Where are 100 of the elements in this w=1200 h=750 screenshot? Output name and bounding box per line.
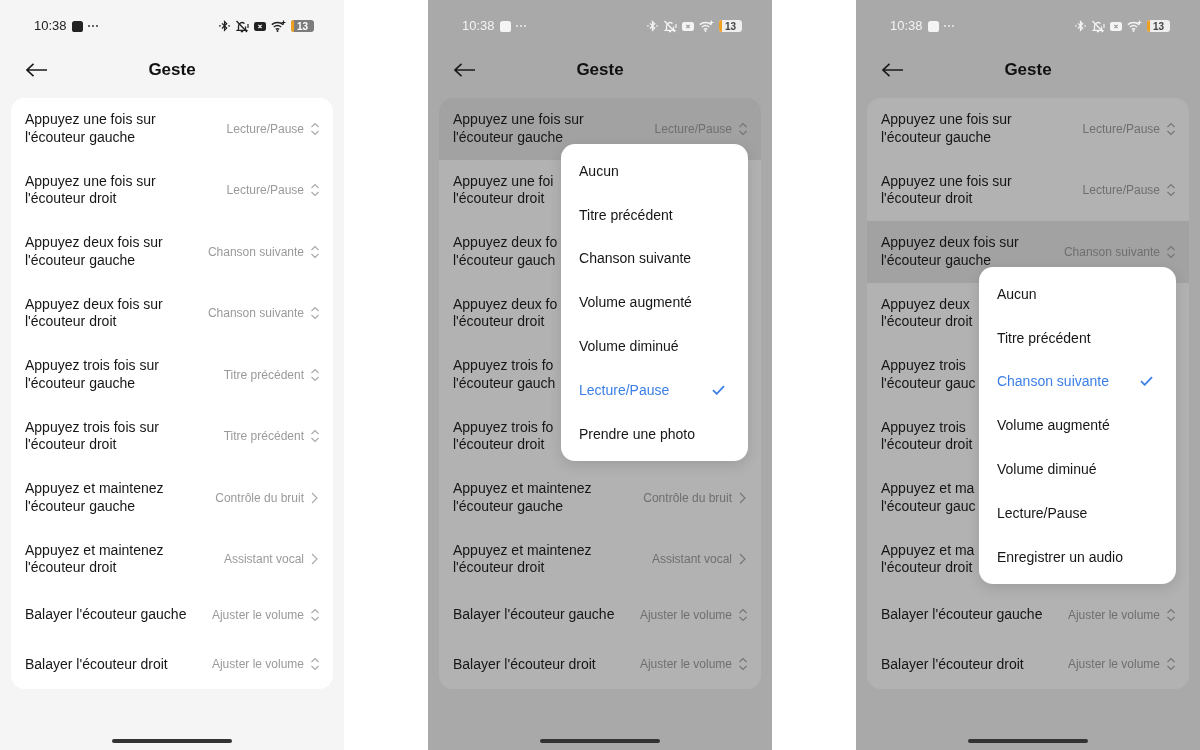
menu-option[interactable]: Volume augmenté xyxy=(978,403,1176,448)
battery-percentage: 13 xyxy=(1152,20,1165,32)
chevron-right-icon xyxy=(311,553,318,566)
updown-chevron-icon xyxy=(310,367,320,382)
setting-label: Appuyez et ma l'écouteur droit xyxy=(881,541,975,577)
updown-chevron-icon xyxy=(1166,244,1176,259)
page-title: Geste xyxy=(148,60,196,80)
value-link[interactable]: Assistant vocal xyxy=(651,552,748,567)
value-select[interactable]: Ajuster le volume xyxy=(211,607,320,622)
muted-bell-icon xyxy=(235,19,249,33)
back-button[interactable] xyxy=(24,61,50,79)
battery-percentage: 13 xyxy=(724,20,737,32)
setting-label: Appuyez et maintenez l'écouteur gauche xyxy=(25,480,164,516)
value-link[interactable]: Contrôle du bruit xyxy=(643,490,748,505)
setting-label: Appuyez et ma l'écouteur gauc xyxy=(881,480,976,516)
value-select[interactable]: Ajuster le volume xyxy=(1067,607,1176,622)
setting-label: Appuyez deux fo l'écouteur gauch xyxy=(453,234,558,270)
menu-option[interactable]: Lecture/Pause xyxy=(561,368,748,412)
value-select[interactable]: Lecture/Pause xyxy=(1082,121,1176,136)
setting-label: Appuyez une fois sur l'écouteur gauche xyxy=(453,111,584,147)
muted-bell-icon xyxy=(1091,19,1105,33)
status-time: 10:38 xyxy=(462,18,495,34)
updown-chevron-icon xyxy=(310,607,320,622)
updown-chevron-icon xyxy=(310,121,320,136)
updown-chevron-icon xyxy=(738,657,748,672)
x-box-icon xyxy=(682,21,694,31)
setting-label: Appuyez deux fois sur l'écouteur droit xyxy=(25,295,163,331)
setting-label: Appuyez et maintenez l'écouteur gauche xyxy=(453,480,592,516)
setting-label: Appuyez trois fo l'écouteur gauch xyxy=(453,357,556,393)
menu-option[interactable]: Enregistrer un audio xyxy=(978,534,1176,579)
menu-option[interactable]: Chanson suivante xyxy=(561,236,748,281)
setting-label: Balayer l'écouteur gauche xyxy=(881,606,1043,624)
rounded-square-icon xyxy=(71,20,83,32)
setting-label: Appuyez une fois sur l'écouteur gauche xyxy=(25,111,156,147)
page-title: Geste xyxy=(1004,60,1052,80)
value-select[interactable]: Lecture/Pause xyxy=(1082,183,1176,198)
status-time: 10:38 xyxy=(890,18,923,34)
setting-label: Appuyez deux fo l'écouteur droit xyxy=(453,295,558,331)
setting-label: Appuyez une fois sur l'écouteur droit xyxy=(25,172,156,208)
value-select[interactable]: Chanson suivante xyxy=(207,306,320,321)
checkmark-icon xyxy=(712,384,725,395)
setting-label: Appuyez et maintenez l'écouteur droit xyxy=(25,541,164,577)
menu-option[interactable]: Titre précédent xyxy=(978,315,1176,360)
value-select[interactable]: Ajuster le volume xyxy=(639,607,748,622)
x-box-icon xyxy=(1110,21,1122,31)
wifi-icon xyxy=(699,20,714,32)
setting-label: Balayer l'écouteur gauche xyxy=(453,606,615,624)
updown-chevron-icon xyxy=(310,183,320,198)
setting-label: Appuyez trois fois sur l'écouteur gauche xyxy=(25,357,159,393)
bluetooth-icon xyxy=(647,20,658,32)
setting-label: Appuyez trois fo l'écouteur droit xyxy=(453,418,554,454)
updown-chevron-icon xyxy=(1166,183,1176,198)
updown-chevron-icon xyxy=(310,429,320,444)
value-select[interactable]: Ajuster le volume xyxy=(1067,657,1176,672)
value-select[interactable]: Chanson suivante xyxy=(207,244,320,259)
value-select[interactable]: Titre précédent xyxy=(223,367,320,382)
menu-option[interactable]: Titre précédent xyxy=(561,192,748,237)
menu-option[interactable]: Volume augmenté xyxy=(561,280,748,325)
menu-option[interactable]: Lecture/Pause xyxy=(978,491,1176,535)
status-time: 10:38 xyxy=(34,18,67,34)
updown-chevron-icon xyxy=(310,244,320,259)
menu-option[interactable]: Volume diminué xyxy=(561,324,748,368)
menu-option[interactable]: Chanson suivante xyxy=(978,359,1176,404)
value-select[interactable]: Titre précédent xyxy=(223,429,320,444)
setting-label: Appuyez deux fois sur l'écouteur gauche xyxy=(881,234,1019,270)
menu-option[interactable]: Prendre une photo xyxy=(561,411,748,456)
value-link[interactable]: Assistant vocal xyxy=(223,552,320,567)
back-arrow-icon xyxy=(26,63,48,77)
page-title: Geste xyxy=(576,60,624,80)
chevron-right-icon xyxy=(739,553,746,566)
updown-chevron-icon xyxy=(738,121,748,136)
value-link[interactable]: Contrôle du bruit xyxy=(215,490,320,505)
setting-label: Appuyez trois fois sur l'écouteur droit xyxy=(25,418,159,454)
setting-label: Balayer l'écouteur gauche xyxy=(25,606,187,624)
value-select[interactable]: Ajuster le volume xyxy=(211,657,320,672)
setting-label: Appuyez une foi l'écouteur droit xyxy=(453,172,554,208)
setting-label: Appuyez une fois sur l'écouteur droit xyxy=(881,172,1012,208)
rounded-square-icon xyxy=(499,20,511,32)
updown-chevron-icon xyxy=(310,306,320,321)
value-select[interactable]: Ajuster le volume xyxy=(639,657,748,672)
menu-option[interactable]: Volume diminué xyxy=(978,447,1176,491)
value-select[interactable]: Lecture/Pause xyxy=(226,121,320,136)
back-arrow-icon xyxy=(882,63,904,77)
setting-label: Appuyez trois l'écouteur droit xyxy=(881,418,973,454)
back-button[interactable] xyxy=(452,61,478,79)
back-button[interactable] xyxy=(880,61,906,79)
value-select[interactable]: Lecture/Pause xyxy=(226,183,320,198)
updown-chevron-icon xyxy=(1166,607,1176,622)
setting-label: Balayer l'écouteur droit xyxy=(453,655,596,673)
setting-label: Appuyez et maintenez l'écouteur droit xyxy=(453,541,592,577)
wifi-icon xyxy=(1127,20,1142,32)
setting-label: Appuyez deux fois sur l'écouteur gauche xyxy=(25,234,163,270)
back-arrow-icon xyxy=(454,63,476,77)
bluetooth-icon xyxy=(219,20,230,32)
updown-chevron-icon xyxy=(1166,657,1176,672)
checkmark-icon xyxy=(1140,376,1153,387)
updown-chevron-icon xyxy=(1166,121,1176,136)
muted-bell-icon xyxy=(663,19,677,33)
chevron-right-icon xyxy=(739,491,746,504)
wifi-icon xyxy=(271,20,286,32)
